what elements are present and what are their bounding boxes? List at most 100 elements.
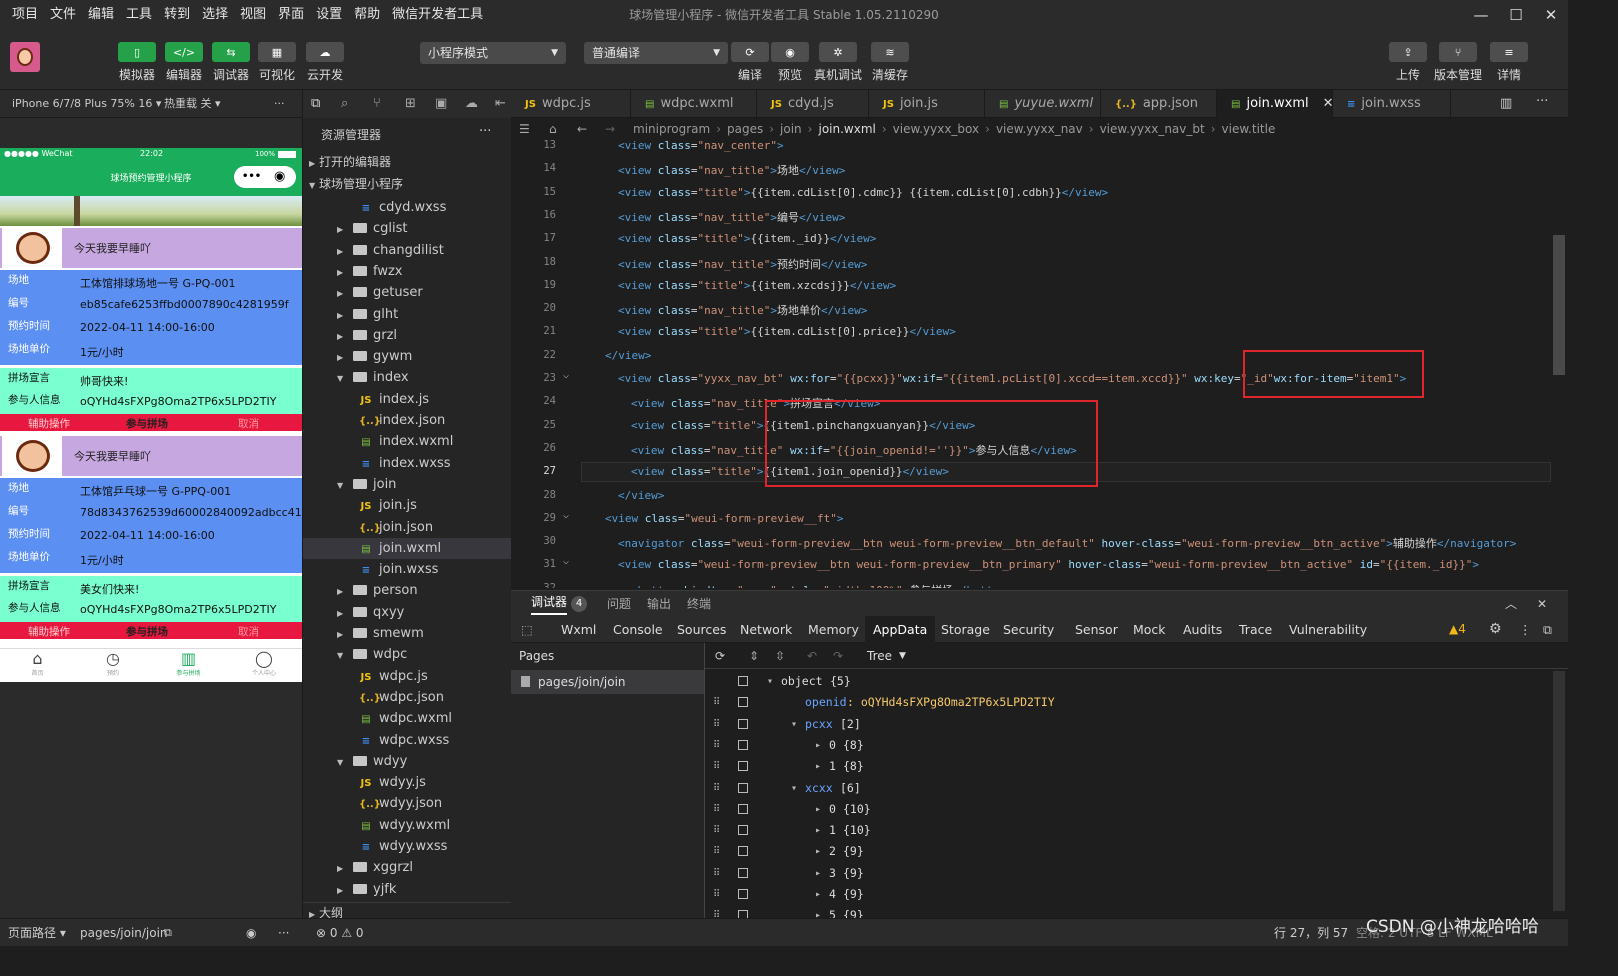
fold-icon[interactable]: ⌵ xyxy=(563,370,569,381)
devtools-tab-network[interactable]: Network xyxy=(732,616,800,643)
tab-close-icon[interactable]: ✕ xyxy=(1323,96,1334,111)
chevron-down-icon[interactable]: ▾ xyxy=(791,778,797,799)
checkbox-icon[interactable] xyxy=(738,761,748,772)
drag-handle-icon[interactable]: ⠿ xyxy=(713,884,720,905)
join-button[interactable]: 参与拼场 xyxy=(126,416,168,431)
mode-select[interactable]: 小程序模式 ▼ xyxy=(420,42,566,64)
devtools-tab-trace[interactable]: Trace xyxy=(1231,616,1280,643)
tree-row[interactable]: ▾ object {5} xyxy=(705,671,1545,692)
tab-join-wxml[interactable]: ▤ join.wxml ✕ xyxy=(1217,90,1334,118)
可视化-button[interactable]: ▦ 可视化 xyxy=(251,42,303,83)
file-wdyy-wxml[interactable]: ▤ wdyy.wxml xyxy=(303,815,512,836)
file-wdpc-wxml[interactable]: ▤ wdpc.wxml xyxy=(303,708,512,729)
menu-2[interactable]: 编辑 xyxy=(82,0,120,30)
page-item[interactable]: pages/join/join xyxy=(511,670,704,694)
tree-row[interactable]: ⠿ openid: oQYHd4sFXPg8Oma2TP6x5LPD2TIY xyxy=(705,692,1545,713)
devtools-tab-sources[interactable]: Sources xyxy=(669,616,734,643)
tab-debugger[interactable]: 调试器 xyxy=(531,591,568,615)
checkbox-icon[interactable] xyxy=(738,846,748,857)
folder-person[interactable]: ▶ person xyxy=(303,580,512,601)
avatar[interactable] xyxy=(10,42,40,72)
tree-row[interactable]: ⠿ ▾ pcxx [2] xyxy=(705,714,1545,735)
folder-changdilist[interactable]: ▶ changdilist xyxy=(303,240,512,261)
模拟器-button[interactable]: ▯ 模拟器 xyxy=(111,42,163,83)
checkbox-icon[interactable] xyxy=(738,782,748,793)
云开发-button[interactable]: ☁ 云开发 xyxy=(299,42,351,83)
folder-fwzx[interactable]: ▶ fwzx xyxy=(303,261,512,282)
breadcrumb-item[interactable]: view.yyxx_nav xyxy=(996,122,1083,136)
drag-handle-icon[interactable]: ⠿ xyxy=(713,841,720,862)
devtools-tab-mock[interactable]: Mock xyxy=(1125,616,1174,643)
devtools-tab-memory[interactable]: Memory xyxy=(800,616,867,643)
menu-6[interactable]: 视图 xyxy=(234,0,272,30)
chevron-right-icon[interactable]: ▸ xyxy=(815,884,821,905)
breadcrumb-item[interactable]: miniprogram xyxy=(633,122,710,136)
panel-close-icon[interactable]: ✕ xyxy=(1537,591,1547,617)
devtools-tab-storage[interactable]: Storage xyxy=(933,616,998,643)
file-join-wxml[interactable]: ▤ join.wxml xyxy=(303,537,512,559)
devtools-tab-security[interactable]: Security xyxy=(995,616,1062,643)
breadcrumb-item[interactable]: view.yyxx_nav_bt xyxy=(1100,122,1205,136)
tree-scrollbar[interactable] xyxy=(1553,671,1565,911)
调试器-button[interactable]: ⇆ 调试器 xyxy=(205,42,257,83)
cursor-position[interactable]: 行 27，列 57 xyxy=(1274,919,1348,947)
tab-user[interactable]: ◯ 个人中心 xyxy=(227,649,302,682)
tab-join-wxss[interactable]: ≡ join.wxss xyxy=(1333,90,1451,118)
folder-index[interactable]: ▼ index xyxy=(303,367,512,388)
project-section[interactable]: ▼ 球场管理小程序 xyxy=(303,174,512,194)
undock-icon[interactable]: ⧉ xyxy=(1543,616,1552,643)
cloud-icon[interactable]: ☁ xyxy=(465,96,478,111)
tab-clock[interactable]: ◷ 预约 xyxy=(76,649,151,682)
forward-icon[interactable]: → xyxy=(605,118,615,140)
open-editors-section[interactable]: ▶ 打开的编辑器 xyxy=(303,152,512,172)
devtools-tab-console[interactable]: Console xyxy=(605,616,671,643)
checkbox-icon[interactable] xyxy=(738,676,748,686)
file-index-wxss[interactable]: ≡ index.wxss xyxy=(303,453,512,474)
breadcrumb-item[interactable]: join xyxy=(780,122,802,136)
warning-count[interactable]: ▲4 xyxy=(1449,616,1466,643)
file-join-wxss[interactable]: ≡ join.wxss xyxy=(303,559,512,580)
drag-handle-icon[interactable]: ⠿ xyxy=(713,863,720,884)
devtools-tab-audits[interactable]: Audits xyxy=(1175,616,1230,643)
expand-icon[interactable]: ⇕ xyxy=(749,643,759,669)
checkbox-icon[interactable] xyxy=(738,803,748,814)
split-editor-icon[interactable]: ▥ xyxy=(1500,96,1512,111)
git-icon[interactable]: ⑂ xyxy=(373,96,381,111)
tab-yuyue-wxml[interactable]: ▤ yuyue.wxml xyxy=(985,90,1101,118)
tab-app-json[interactable]: {..} app.json xyxy=(1101,90,1217,118)
debug-icon[interactable]: ⊞ xyxy=(405,96,416,111)
清缓存-button[interactable]: ≋ 清缓存 xyxy=(864,42,916,83)
tab-join-js[interactable]: JS join.js xyxy=(869,90,985,118)
breadcrumb-item[interactable]: join.wxml xyxy=(818,122,875,136)
checkbox-icon[interactable] xyxy=(738,889,748,899)
folder-grzl[interactable]: ▶ grzl xyxy=(303,325,512,346)
devtools-tab-wxml[interactable]: Wxml xyxy=(553,616,604,643)
tree-row[interactable]: ⠿ ▸ 1 {10} xyxy=(705,820,1545,841)
drag-handle-icon[interactable]: ⠿ xyxy=(713,714,720,735)
drag-handle-icon[interactable]: ⠿ xyxy=(713,756,720,777)
tree-row[interactable]: ⠿ ▸ 4 {9} xyxy=(705,884,1545,905)
menu-5[interactable]: 选择 xyxy=(196,0,234,30)
cancel-button[interactable]: 取消 xyxy=(238,624,259,639)
more-icon[interactable]: ··· xyxy=(278,919,289,947)
folder-wdpc[interactable]: ▼ wdpc xyxy=(303,644,512,665)
folder-join[interactable]: ▼ join xyxy=(303,474,512,495)
checkbox-icon[interactable] xyxy=(738,739,748,750)
collapse-icon[interactable]: ⇤ xyxy=(495,96,506,111)
chevron-right-icon[interactable]: ▸ xyxy=(815,735,821,756)
menu-9[interactable]: 帮助 xyxy=(348,0,386,30)
file-wdyy-js[interactable]: JS wdyy.js xyxy=(303,772,512,793)
file-index-js[interactable]: JS index.js xyxy=(303,389,512,410)
checkbox-icon[interactable] xyxy=(738,718,748,729)
file-wdpc-json[interactable]: {..}wdpc.json xyxy=(303,687,512,708)
drag-handle-icon[interactable]: ⠿ xyxy=(713,820,720,841)
tree-row[interactable]: ⠿ ▸ 1 {8} xyxy=(705,756,1545,777)
chevron-down-icon[interactable]: ▾ xyxy=(767,671,773,692)
checkbox-icon[interactable] xyxy=(738,910,748,918)
drag-handle-icon[interactable]: ⠿ xyxy=(713,692,720,713)
cancel-button[interactable]: 取消 xyxy=(238,416,259,431)
checkbox-icon[interactable] xyxy=(738,697,748,708)
join-button[interactable]: 参与拼场 xyxy=(126,624,168,639)
file-index-json[interactable]: {..}index.json xyxy=(303,410,512,431)
undo-icon[interactable]: ↶ xyxy=(807,643,817,669)
